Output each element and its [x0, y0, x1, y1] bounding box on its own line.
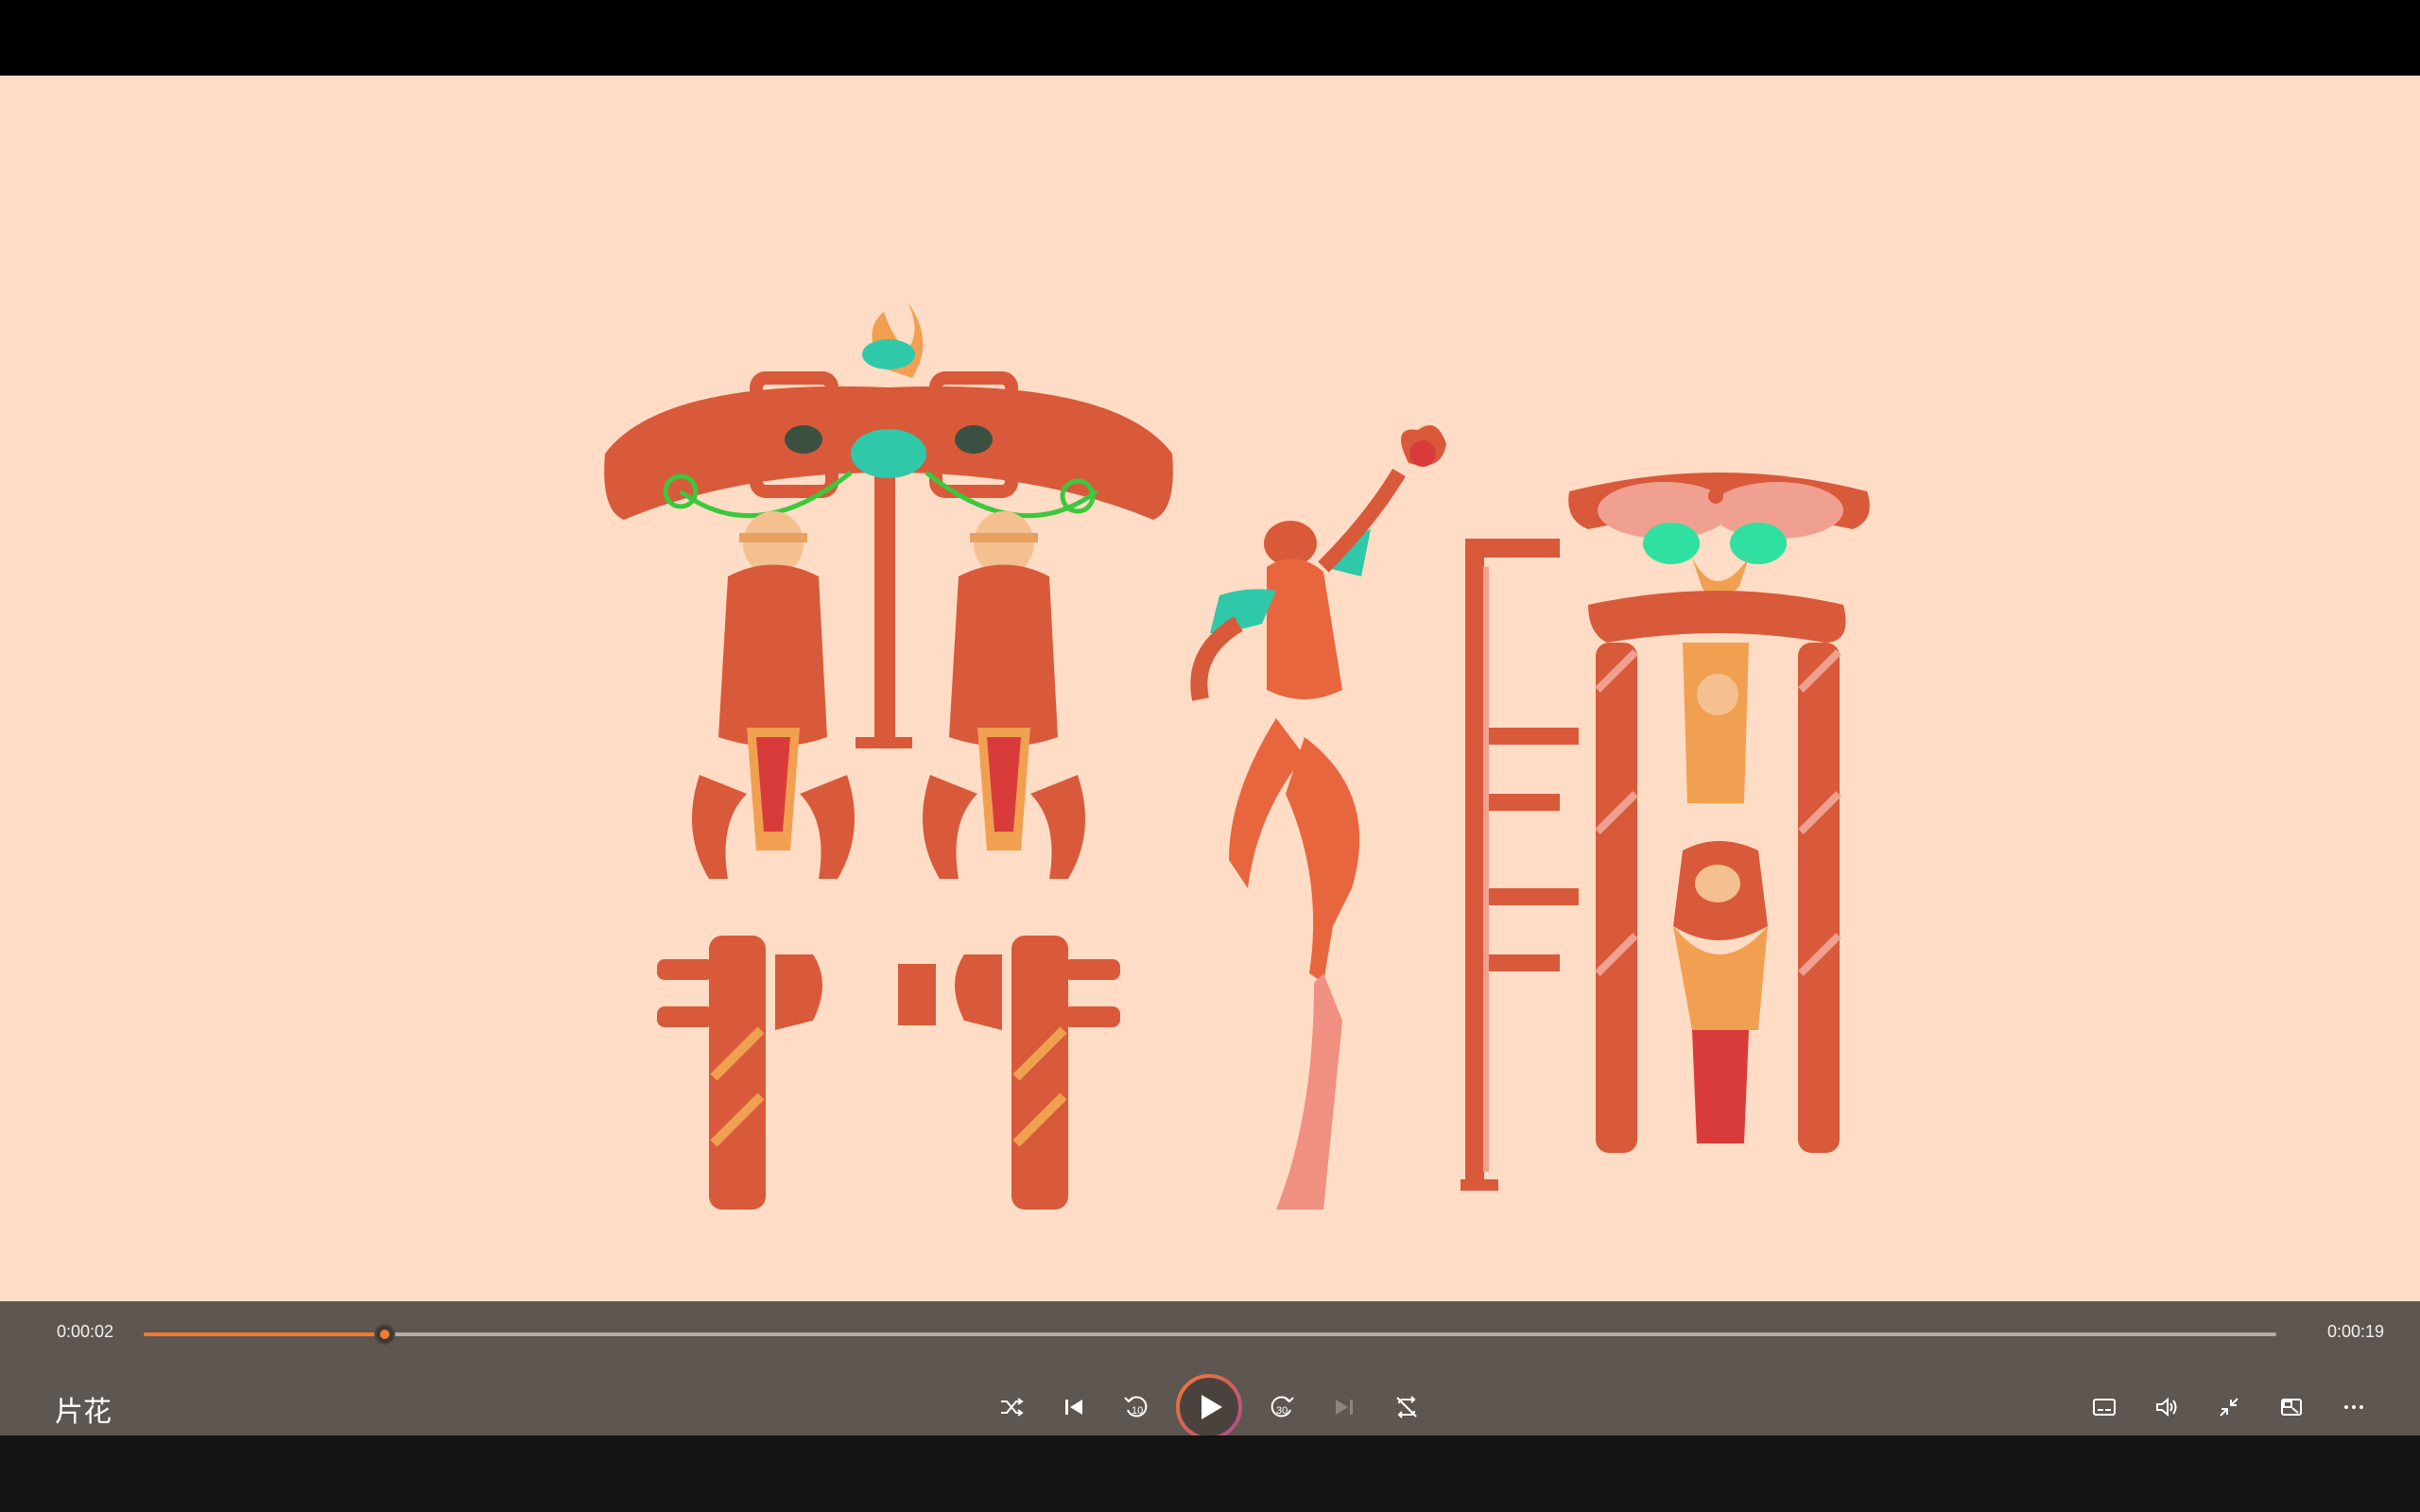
skip-back-10-icon: 10: [1124, 1396, 1148, 1418]
repeat-button[interactable]: [1384, 1384, 1429, 1430]
lion-dance-artwork: [604, 302, 1870, 1210]
mini-player-button[interactable]: [2269, 1384, 2314, 1430]
elapsed-time: 0:00:02: [57, 1322, 114, 1341]
skip-back-10-button[interactable]: 10: [1114, 1384, 1159, 1430]
subtitles-button[interactable]: [2082, 1384, 2127, 1430]
exit-fullscreen-icon: [2220, 1398, 2238, 1417]
svg-text:30: 30: [1276, 1405, 1288, 1417]
more-options-icon: [2344, 1405, 2363, 1409]
shuffle-icon: [1001, 1398, 1024, 1417]
letterbox-top: [0, 0, 2420, 76]
seek-progress: [144, 1332, 385, 1336]
drummer-left: [692, 511, 855, 879]
volume-button[interactable]: [2144, 1384, 2189, 1430]
volume-icon: [2156, 1397, 2177, 1418]
previous-button[interactable]: [1051, 1384, 1097, 1430]
skip-forward-30-icon: 30: [1270, 1396, 1294, 1418]
repeat-icon: [1396, 1396, 1417, 1418]
mini-player-icon: [2281, 1399, 2302, 1416]
next-track-icon: [1336, 1400, 1353, 1415]
pillars-right: [1595, 643, 1841, 1153]
exit-fullscreen-button[interactable]: [2206, 1384, 2252, 1430]
previous-track-icon: [1065, 1400, 1082, 1415]
drummer-right: [923, 511, 1085, 879]
lion-head-right: [1568, 472, 1870, 643]
player-controls-bar: 0:00:02 0:00:19 片花 10 30: [0, 1301, 2420, 1440]
seek-rail: [144, 1332, 2276, 1336]
play-button[interactable]: [1174, 1372, 1244, 1442]
pillars-left: [657, 936, 1120, 1210]
play-icon: [1176, 1374, 1242, 1440]
next-button[interactable]: [1322, 1384, 1367, 1430]
letterbox-bottom: [0, 1435, 2420, 1512]
leaping-performer: [1190, 425, 1446, 1210]
video-title: 片花: [55, 1397, 112, 1428]
seek-bar[interactable]: [144, 1322, 2276, 1347]
video-frame[interactable]: [0, 76, 2420, 1301]
total-duration: 0:00:19: [2326, 1322, 2384, 1341]
skip-forward-30-button[interactable]: 30: [1259, 1384, 1305, 1430]
subtitles-icon: [2093, 1399, 2116, 1416]
seek-thumb[interactable]: [373, 1324, 395, 1345]
more-options-button[interactable]: [2331, 1384, 2377, 1430]
pole-frame: [1461, 539, 1579, 1191]
shuffle-button[interactable]: [989, 1384, 1034, 1430]
svg-text:10: 10: [1132, 1405, 1143, 1417]
